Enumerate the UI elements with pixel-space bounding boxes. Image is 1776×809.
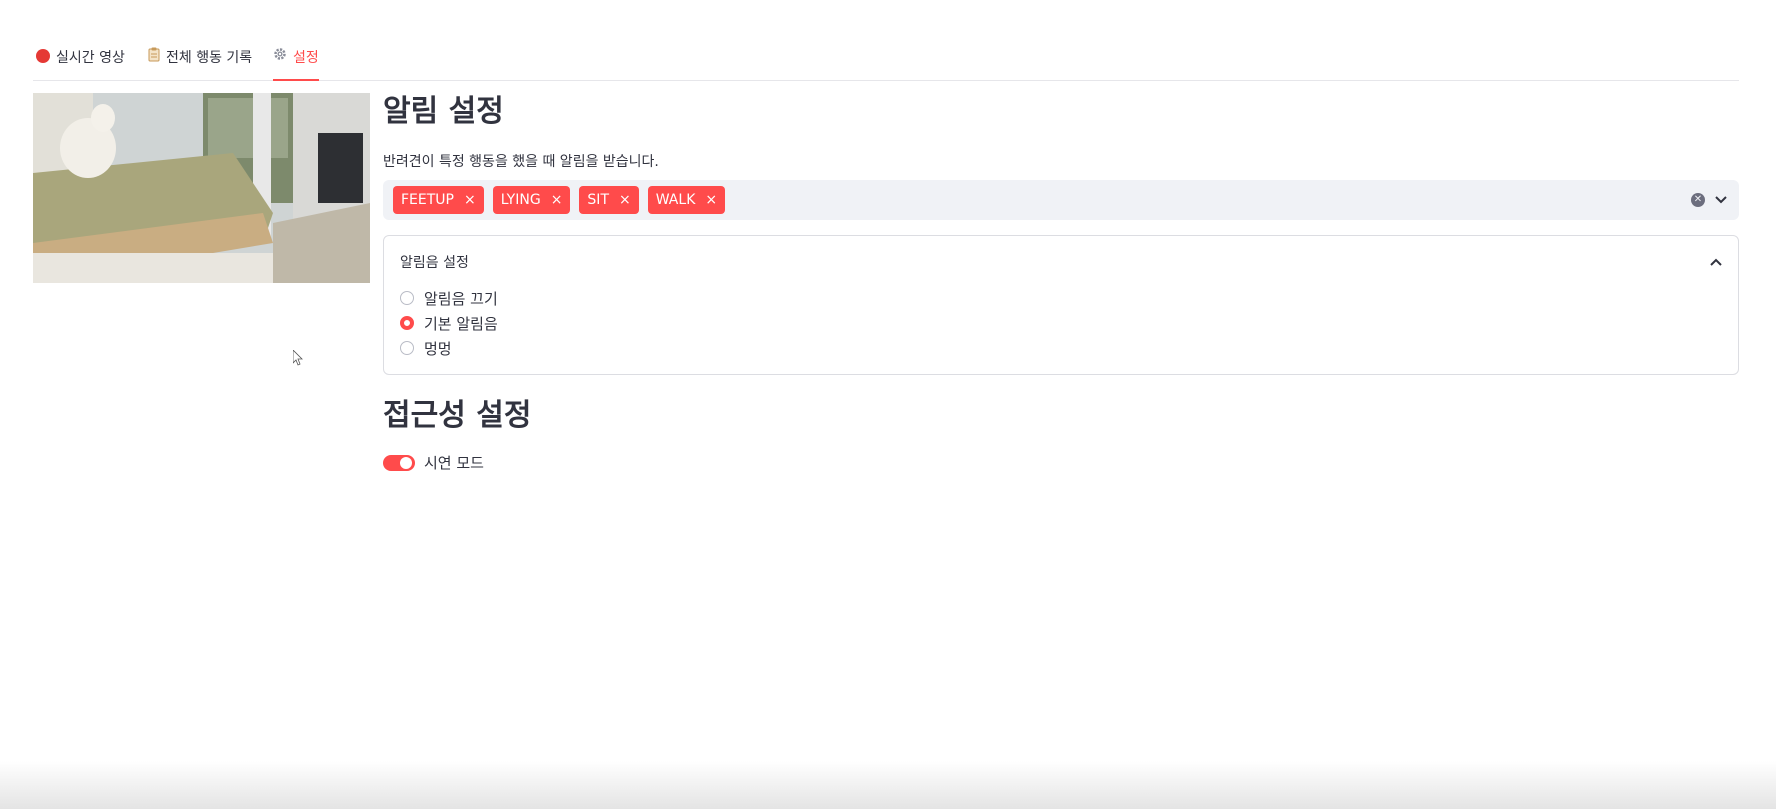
radio-label: 멍멍 xyxy=(424,339,452,358)
alert-settings-title: 알림 설정 xyxy=(383,94,504,129)
remove-chip-icon[interactable]: × xyxy=(705,192,717,208)
bottom-shadow xyxy=(0,761,1776,809)
red-circle-icon xyxy=(36,49,50,63)
clear-all-icon[interactable]: ✕ xyxy=(1691,192,1705,207)
demo-mode-row: 시연 모드 xyxy=(383,452,1739,473)
clipboard-icon xyxy=(148,47,160,66)
sound-settings-expander: 알림음 설정 알림음 끄기 기본 알림음 멍멍 xyxy=(383,234,1739,375)
tab-label: 실시간 영상 xyxy=(56,50,125,66)
multiselect-controls: ✕ xyxy=(1691,180,1727,220)
toggle-knob xyxy=(400,456,412,469)
remove-chip-icon[interactable]: × xyxy=(464,192,476,208)
remove-chip-icon[interactable]: × xyxy=(551,192,563,208)
radio-label: 기본 알림음 xyxy=(424,314,498,333)
alert-settings-caption: 반려견이 특정 행동을 했을 때 알림을 받습니다. xyxy=(383,153,659,170)
tab-settings[interactable]: 설정 xyxy=(273,47,319,81)
radio-option-sound-off[interactable]: 알림음 끄기 xyxy=(400,286,498,311)
live-video-frame xyxy=(33,93,370,283)
chevron-down-icon[interactable] xyxy=(1715,193,1727,207)
accessibility-title: 접근성 설정 xyxy=(383,397,532,433)
remove-chip-icon[interactable]: × xyxy=(619,192,631,208)
demo-mode-label: 시연 모드 xyxy=(424,454,484,472)
behavior-chip: SIT × xyxy=(579,185,639,214)
radio-label: 알림음 끄기 xyxy=(424,289,498,308)
radio-option-bark[interactable]: 멍멍 xyxy=(400,336,498,361)
tab-label: 전체 행동 기록 xyxy=(166,50,253,66)
radio-circle[interactable] xyxy=(400,291,414,305)
chevron-up-icon[interactable] xyxy=(1710,255,1722,269)
sound-radio-group: 알림음 끄기 기본 알림음 멍멍 xyxy=(400,286,498,361)
tab-bar: 실시간 영상 전체 행동 기록 설정 xyxy=(33,44,1739,81)
expander-title: 알림음 설정 xyxy=(400,254,469,271)
demo-mode-toggle[interactable] xyxy=(383,454,415,471)
radio-option-default-sound[interactable]: 기본 알림음 xyxy=(400,311,498,336)
expander-header[interactable]: 알림음 설정 xyxy=(400,250,1722,274)
camera-feed-image xyxy=(33,93,370,283)
tab-label: 설정 xyxy=(293,50,319,66)
tab-live-video[interactable]: 실시간 영상 xyxy=(36,47,125,80)
behavior-chip: WALK × xyxy=(647,185,726,214)
behavior-multiselect[interactable]: FEETUP × LYING × SIT × WALK × ✕ xyxy=(383,179,1739,220)
settings-panel: 알림 설정 반려견이 특정 행동을 했을 때 알림을 받습니다. FEETUP … xyxy=(383,93,1739,473)
radio-circle-selected[interactable] xyxy=(400,316,414,330)
behavior-chip: LYING × xyxy=(492,185,571,214)
tab-behavior-log[interactable]: 전체 행동 기록 xyxy=(148,47,252,80)
gear-icon xyxy=(273,47,287,65)
mouse-cursor-icon xyxy=(293,350,303,366)
behavior-chip: FEETUP × xyxy=(393,185,484,214)
radio-circle[interactable] xyxy=(400,341,414,355)
